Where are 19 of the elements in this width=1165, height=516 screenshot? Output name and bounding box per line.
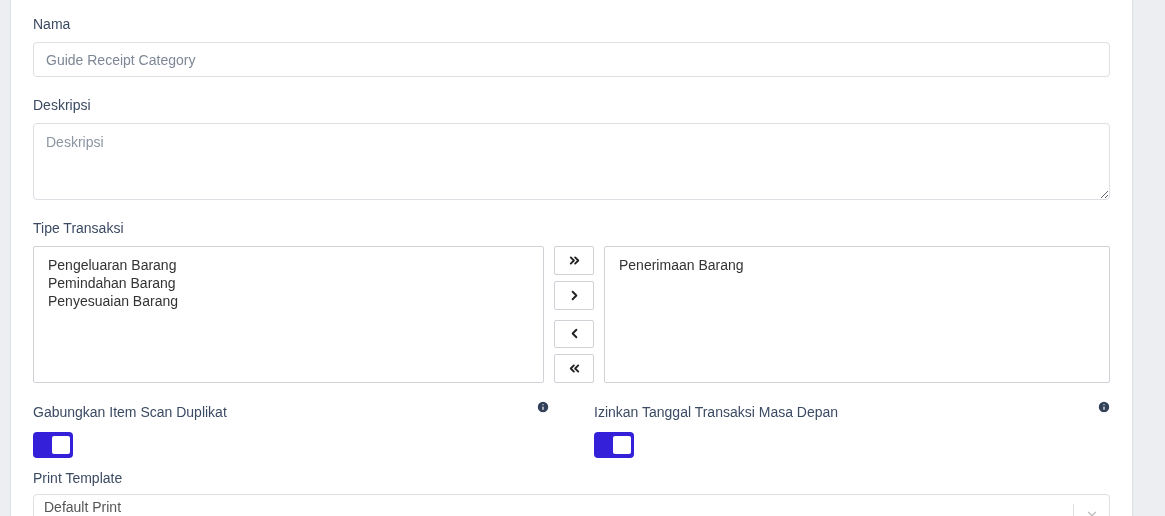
list-option[interactable]: Penyesuaian Barang <box>48 292 178 310</box>
field-label: Nama <box>33 15 72 34</box>
info-icon[interactable] <box>536 400 550 414</box>
field-label: Deskripsi <box>33 96 92 115</box>
toggle-switch[interactable] <box>33 432 73 458</box>
list-option[interactable]: Penerimaan Barang <box>619 256 744 274</box>
info-icon[interactable] <box>1097 400 1111 414</box>
toggle-label: Izinkan Tanggal Transaksi Masa Depan <box>594 403 839 422</box>
name-field[interactable]: Guide Receipt Category <box>33 42 1110 77</box>
description-field[interactable]: Deskripsi <box>33 123 1110 200</box>
list-option[interactable]: Pengeluaran Barang <box>48 256 177 274</box>
toggle-switch[interactable] <box>594 432 634 458</box>
move-button[interactable] <box>554 246 594 275</box>
print-template-select[interactable]: Default Print <box>33 494 1110 516</box>
toggle-label: Gabungkan Item Scan Duplikat <box>33 403 227 422</box>
list-option[interactable]: Pemindahan Barang <box>48 274 176 292</box>
move-button[interactable] <box>554 354 594 383</box>
field-label: Tipe Transaksi <box>33 219 125 238</box>
field-label: Print Template <box>33 469 124 488</box>
